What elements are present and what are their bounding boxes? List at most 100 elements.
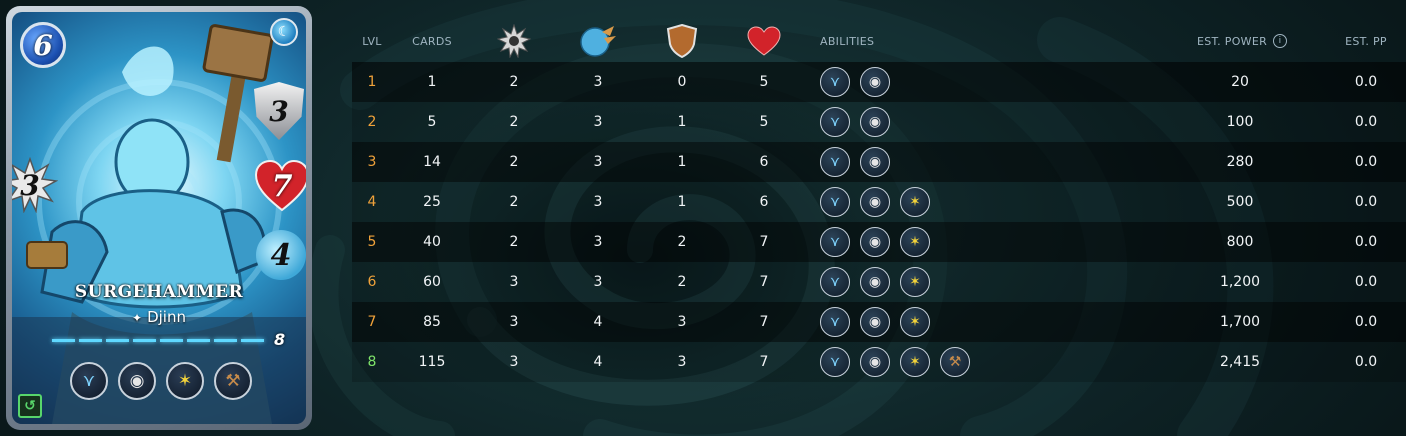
cell-speed: 3 [593,154,603,170]
true-strike-icon[interactable]: ◉ [860,347,890,377]
cell-attack: 2 [509,74,519,90]
hammer-icon[interactable]: ⚒ [940,347,970,377]
row-abilities: ⋎ ◉ ✶ [820,267,930,297]
cell-armor: 1 [677,154,687,170]
cell-lvl: 8 [367,354,377,370]
true-strike-icon[interactable]: ◉ [860,307,890,337]
flying-icon[interactable]: ⋎ [820,227,850,257]
col-est-power-label: EST. POWER [1196,34,1268,48]
cell-armor: 2 [677,274,687,290]
true-strike-icon[interactable]: ◉ [860,267,890,297]
cell-cards: 85 [423,314,441,330]
cell-lvl: 2 [367,114,377,130]
armor-header-icon [666,24,698,58]
attack-value: 3 [20,168,40,202]
health-header-icon [747,26,781,56]
row-abilities: ⋎ ◉ ✶ [820,187,930,217]
cell-armor: 2 [677,234,687,250]
table-row: 7 85 3 4 3 7 1,700 0.0 ⋎ ◉ ✶ [352,302,1406,342]
cell-attack: 3 [509,274,519,290]
cell-cards: 25 [423,194,441,210]
cell-pp: 0.0 [1354,234,1378,250]
true-strike-icon[interactable]: ◉ [860,147,890,177]
level-segment [106,339,129,342]
cell-speed: 4 [593,354,603,370]
cell-attack: 2 [509,234,519,250]
stun-icon[interactable]: ✶ [900,307,930,337]
cell-pp: 0.0 [1354,314,1378,330]
cell-health: 7 [759,354,769,370]
cell-armor: 1 [677,114,687,130]
cell-power: 500 [1226,194,1254,210]
cell-health: 6 [759,194,769,210]
stun-icon[interactable]: ✶ [900,267,930,297]
col-est-pp: EST. PP [1345,34,1387,48]
cell-armor: 1 [677,194,687,210]
cell-armor: 3 [677,314,687,330]
true-strike-icon[interactable]: ◉ [860,67,890,97]
melee-attack-header-icon [497,24,531,58]
card-type-label: Djinn [147,308,186,326]
cell-health: 7 [759,234,769,250]
cell-pp: 0.0 [1354,154,1378,170]
monster-card[interactable]: 6 ☾ 3 7 4 3 SURGEHAMMER ✦ Djinn 8 ⋎ ◉ ✶ … [6,6,312,430]
cell-speed: 3 [593,74,603,90]
health-heart-icon [742,20,786,62]
cell-power: 800 [1226,234,1254,250]
row-abilities: ⋎ ◉ ✶ [820,307,930,337]
cell-health: 7 [759,314,769,330]
cell-lvl: 4 [367,194,377,210]
cell-lvl: 7 [367,314,377,330]
level-segment [133,339,156,342]
flying-icon[interactable]: ⋎ [70,362,108,400]
hammer-icon[interactable]: ⚒ [214,362,252,400]
table-row: 1 1 2 3 0 5 20 0.0 ⋎ ◉ [352,62,1406,102]
level-segment [214,339,237,342]
stun-icon[interactable]: ✶ [166,362,204,400]
flying-icon[interactable]: ⋎ [820,67,850,97]
cell-cards: 14 [423,154,441,170]
card-type: ✦ Djinn [12,308,306,326]
flying-icon[interactable]: ⋎ [820,147,850,177]
cell-lvl: 1 [367,74,377,90]
cell-speed: 3 [593,274,603,290]
cell-lvl: 3 [367,154,377,170]
flying-icon[interactable]: ⋎ [820,267,850,297]
cell-speed: 3 [593,114,603,130]
col-abilities: ABILITIES [820,34,875,48]
card-face: 6 ☾ 3 7 4 3 SURGEHAMMER ✦ Djinn 8 ⋎ ◉ ✶ … [12,12,306,424]
level-segment [160,339,183,342]
cell-pp: 0.0 [1354,194,1378,210]
table-row: 2 5 2 3 1 5 100 0.0 ⋎ ◉ [352,102,1406,142]
cell-cards: 60 [423,274,441,290]
monster-type-icon: ✦ [132,311,143,325]
cell-cards: 5 [427,114,437,130]
cell-speed: 3 [593,234,603,250]
true-strike-icon[interactable]: ◉ [860,187,890,217]
flying-icon[interactable]: ⋎ [820,107,850,137]
card-name: SURGEHAMMER [74,282,244,302]
info-icon[interactable]: i [1273,34,1288,48]
edition-badge-icon: ↺ [18,394,42,418]
true-strike-icon[interactable]: ◉ [860,227,890,257]
cell-armor: 0 [677,74,687,90]
stun-icon[interactable]: ✶ [900,227,930,257]
flying-icon[interactable]: ⋎ [820,347,850,377]
col-cards: CARDS [412,34,452,48]
water-element-icon: ☾ [270,18,298,46]
flying-icon[interactable]: ⋎ [820,307,850,337]
speed-icon [576,20,620,62]
true-strike-icon[interactable]: ◉ [118,362,156,400]
melee-attack-stat: 3 [12,157,58,213]
table-row: 4 25 2 3 1 6 500 0.0 ⋎ ◉ ✶ [352,182,1406,222]
stun-icon[interactable]: ✶ [900,347,930,377]
col-lvl: LVL [362,34,382,48]
stun-icon[interactable]: ✶ [900,187,930,217]
table-row: 8 115 3 4 3 7 2,415 0.0 ⋎ ◉ ✶ ⚒ [352,342,1406,382]
true-strike-icon[interactable]: ◉ [860,107,890,137]
col-est-power: EST. POWER i [1190,20,1294,62]
flying-icon[interactable]: ⋎ [820,187,850,217]
armor-shield-icon [660,20,704,62]
level-stats-table: LVL CARDS ABILITIES EST. POWER i EST. PP… [352,20,1406,382]
cell-cards: 40 [423,234,441,250]
